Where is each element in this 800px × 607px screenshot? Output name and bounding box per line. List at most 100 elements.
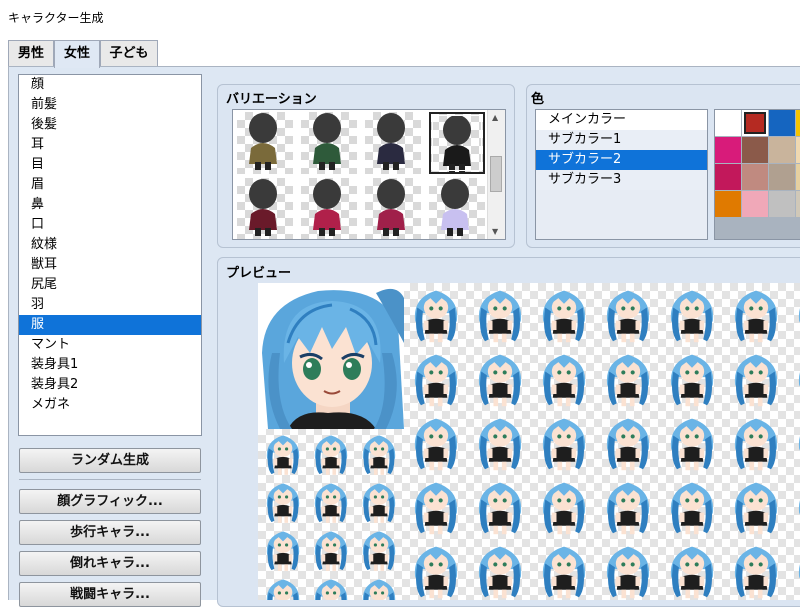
battle-sprite: [536, 349, 592, 413]
color-swatch[interactable]: [742, 164, 768, 190]
left-column: 顔前髪 後髪耳目眉鼻口紋様 獣耳 尻尾羽服マント 装身具1 装身具2 メガネ ランダム生成 …: [18, 74, 204, 607]
face-graphic: [258, 283, 404, 429]
color-swatch[interactable]: [742, 137, 768, 163]
color-title: 色: [531, 92, 545, 107]
part-item[interactable]: 耳: [19, 135, 201, 155]
scroll-down-icon[interactable]: ▼: [492, 227, 498, 236]
color-swatch[interactable]: [796, 191, 800, 217]
part-item[interactable]: 装身具1: [19, 355, 201, 375]
variation-cell[interactable]: [365, 178, 421, 239]
walk-sprite: [262, 479, 304, 529]
part-item[interactable]: 口: [19, 215, 201, 235]
variation-scrollbar[interactable]: ▲ ▼: [487, 110, 505, 239]
walk-character-button[interactable]: 歩行キャラ...: [19, 520, 201, 545]
battle-sprite: [664, 285, 720, 349]
color-target-item[interactable]: サブカラー3: [536, 170, 707, 190]
part-item[interactable]: 目: [19, 155, 201, 175]
color-swatch[interactable]: [796, 137, 800, 163]
part-item[interactable]: 羽: [19, 295, 201, 315]
preview-title: プレビュー: [226, 266, 292, 281]
battle-sprite: [472, 477, 528, 541]
part-item[interactable]: マント: [19, 335, 201, 355]
color-swatch[interactable]: [769, 164, 795, 190]
color-target-list: メインカラー サブカラー1 サブカラー2 サブカラー3: [535, 109, 708, 240]
variation-cell[interactable]: [301, 178, 357, 239]
part-item[interactable]: 紋様: [19, 235, 201, 255]
variation-cell[interactable]: [237, 112, 293, 174]
battle-sprite: [792, 477, 800, 541]
battle-sprite: [600, 477, 656, 541]
battle-sprite: [600, 349, 656, 413]
battle-sprite: [664, 477, 720, 541]
walk-sprite: [262, 527, 304, 577]
battle-sprite: [536, 541, 592, 600]
part-item[interactable]: 鼻: [19, 195, 201, 215]
variation-cell[interactable]: [429, 112, 485, 174]
walk-sprite: [358, 479, 400, 529]
color-swatch[interactable]: [796, 164, 800, 190]
part-item[interactable]: 装身具2: [19, 375, 201, 395]
parts-list: 顔前髪 後髪耳目眉鼻口紋様 獣耳 尻尾羽服マント 装身具1 装身具2 メガネ: [18, 74, 202, 436]
variation-title: バリエーション: [226, 92, 317, 107]
battle-sprite: [536, 477, 592, 541]
battle-sprite: [472, 285, 528, 349]
tab-male[interactable]: 男性: [8, 40, 54, 66]
color-swatch[interactable]: [715, 110, 741, 136]
color-swatch[interactable]: [796, 110, 800, 136]
battle-sprite: [408, 285, 464, 349]
color-swatch[interactable]: [769, 137, 795, 163]
down-character-button[interactable]: 倒れキャラ...: [19, 551, 201, 576]
battle-sprite: [728, 477, 784, 541]
battle-sprite: [664, 413, 720, 477]
color-palette: [714, 109, 800, 240]
battle-sprite: [408, 477, 464, 541]
color-swatch[interactable]: [769, 110, 795, 136]
random-generate-button[interactable]: ランダム生成: [19, 448, 201, 473]
variation-cell[interactable]: [237, 178, 293, 239]
battle-sprite: [792, 541, 800, 600]
part-item[interactable]: 尻尾: [19, 275, 201, 295]
battle-sprite: [664, 541, 720, 600]
walk-sprite: [262, 431, 304, 481]
color-target-item[interactable]: サブカラー1: [536, 130, 707, 150]
color-swatch[interactable]: [715, 164, 741, 190]
battle-sprite: [536, 285, 592, 349]
part-item[interactable]: 前髪: [19, 95, 201, 115]
color-swatch[interactable]: [769, 191, 795, 217]
color-target-item[interactable]: メインカラー: [536, 110, 707, 130]
part-item[interactable]: 顔: [19, 75, 201, 95]
variation-cell[interactable]: [365, 112, 421, 174]
face-graphic-button[interactable]: 顔グラフィック...: [19, 489, 201, 514]
battle-sprite: [728, 541, 784, 600]
part-item[interactable]: 後髪: [19, 115, 201, 135]
color-swatch[interactable]: [715, 191, 741, 217]
battle-sprite: [472, 541, 528, 600]
variation-cell[interactable]: [429, 178, 485, 239]
battle-sprite: [728, 413, 784, 477]
walk-sprite: [310, 527, 352, 577]
color-swatch[interactable]: [742, 191, 768, 217]
part-item[interactable]: メガネ: [19, 395, 201, 415]
battle-sprite: [408, 541, 464, 600]
battle-sprite: [600, 285, 656, 349]
title-bar: キャラクター生成: [0, 0, 800, 33]
part-item[interactable]: 服: [19, 315, 201, 335]
color-swatch[interactable]: [742, 110, 768, 136]
battle-character-button[interactable]: 戦闘キャラ...: [19, 582, 201, 607]
part-item[interactable]: 獣耳: [19, 255, 201, 275]
walk-sprite: [358, 575, 400, 600]
part-item[interactable]: 眉: [19, 175, 201, 195]
tab-female[interactable]: 女性: [54, 40, 100, 68]
color-swatch[interactable]: [715, 137, 741, 163]
scroll-thumb[interactable]: [490, 156, 502, 192]
battle-sprite: [408, 349, 464, 413]
walk-sprite: [310, 575, 352, 600]
window-title: キャラクター生成: [8, 11, 104, 25]
walk-sprite: [262, 575, 304, 600]
variation-cell[interactable]: [301, 112, 357, 174]
scroll-up-icon[interactable]: ▲: [492, 113, 498, 122]
face-portrait-icon: [258, 283, 404, 429]
battle-sprite: [472, 349, 528, 413]
tab-child[interactable]: 子ども: [100, 40, 158, 66]
color-target-item[interactable]: サブカラー2: [536, 150, 707, 170]
